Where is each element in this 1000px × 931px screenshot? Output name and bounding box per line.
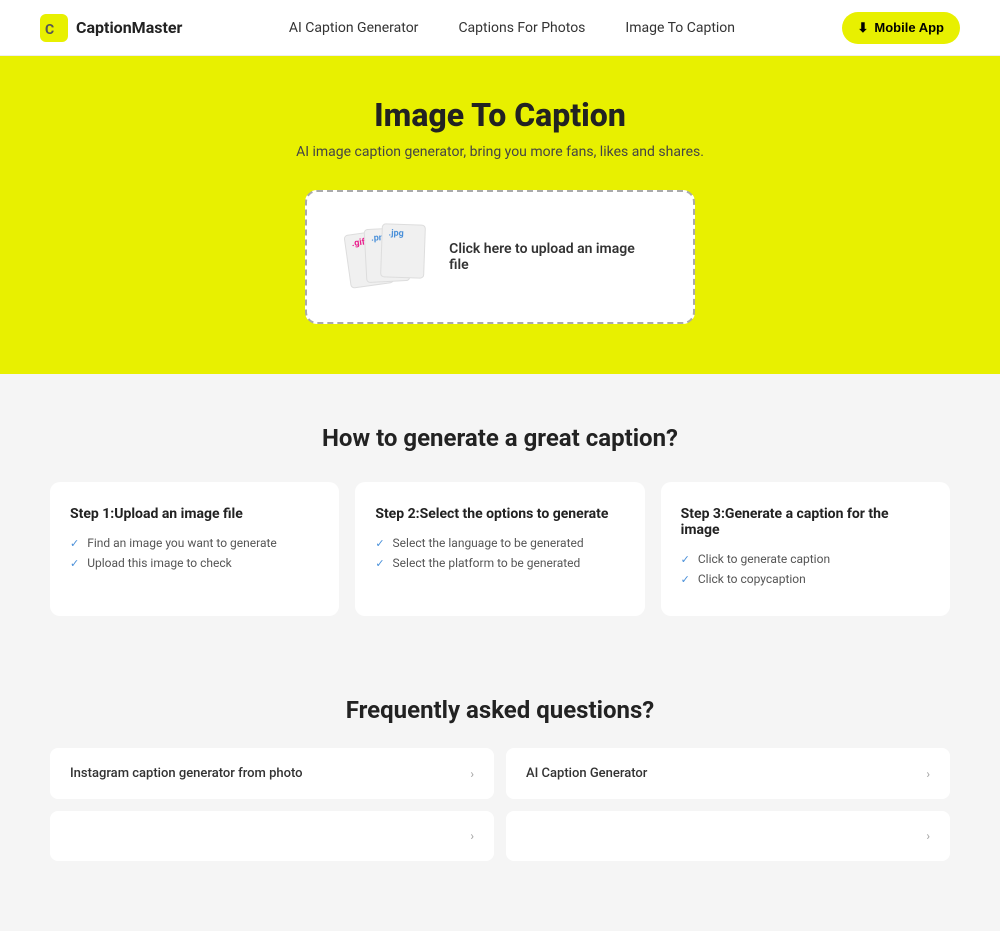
logo-text: CaptionMaster	[76, 18, 182, 37]
nav-image-caption[interactable]: Image To Caption	[625, 20, 735, 36]
how-section: How to generate a great caption? Step 1:…	[0, 374, 1000, 656]
hero-subtitle: AI image caption generator, bring you mo…	[20, 144, 980, 160]
step-1-title: Step 1:Upload an image file	[70, 506, 319, 522]
main-nav: AI Caption Generator Captions For Photos…	[289, 20, 735, 36]
nav-ai-caption[interactable]: AI Caption Generator	[289, 20, 419, 36]
step-3-item-1: ✓ Click to generate caption	[681, 552, 930, 566]
step-2-text-1: Select the language to be generated	[393, 536, 584, 550]
nav-captions-photos[interactable]: Captions For Photos	[458, 20, 585, 36]
logo-icon: C	[40, 14, 68, 42]
file-card-jpg: .jpg	[380, 223, 426, 279]
step-3-text-1: Click to generate caption	[698, 552, 830, 566]
step-2-text-2: Select the platform to be generated	[393, 556, 581, 570]
check-icon: ✓	[681, 553, 690, 566]
steps-grid: Step 1:Upload an image file ✓ Find an im…	[50, 482, 950, 616]
hero-title: Image To Caption	[20, 96, 980, 134]
upload-area[interactable]: .gif .pn .jpg Click here to upload an im…	[305, 190, 695, 324]
check-icon: ✓	[681, 573, 690, 586]
chevron-right-icon: ›	[470, 829, 474, 843]
chevron-right-icon: ›	[470, 767, 474, 781]
check-icon: ✓	[375, 537, 384, 550]
mobile-app-button[interactable]: ⬇ Mobile App	[842, 12, 960, 44]
step-2-item-1: ✓ Select the language to be generated	[375, 536, 624, 550]
header: C CaptionMaster AI Caption Generator Cap…	[0, 0, 1000, 56]
step-card-1: Step 1:Upload an image file ✓ Find an im…	[50, 482, 339, 616]
faq-item-1[interactable]: Instagram caption generator from photo ›	[50, 748, 494, 799]
check-icon: ✓	[375, 557, 384, 570]
file-icons: .gif .pn .jpg	[347, 222, 425, 292]
step-3-item-2: ✓ Click to copycaption	[681, 572, 930, 586]
logo-area: C CaptionMaster	[40, 14, 182, 42]
step-card-2: Step 2:Select the options to generate ✓ …	[355, 482, 644, 616]
faq-item-3[interactable]: ›	[50, 811, 494, 861]
how-title: How to generate a great caption?	[40, 424, 960, 452]
step-1-text-1: Find an image you want to generate	[87, 536, 277, 550]
upload-text[interactable]: Click here to upload an image file	[449, 241, 653, 273]
chevron-right-icon: ›	[926, 767, 930, 781]
page-bottom	[0, 891, 1000, 931]
step-3-title: Step 3:Generate a caption for the image	[681, 506, 930, 538]
step-2-item-2: ✓ Select the platform to be generated	[375, 556, 624, 570]
faq-grid: Instagram caption generator from photo ›…	[50, 748, 950, 861]
step-3-text-2: Click to copycaption	[698, 572, 806, 586]
faq-label-2: AI Caption Generator	[526, 766, 647, 781]
faq-item-2[interactable]: AI Caption Generator ›	[506, 748, 950, 799]
check-icon: ✓	[70, 557, 79, 570]
step-2-title: Step 2:Select the options to generate	[375, 506, 624, 522]
step-1-item-2: ✓ Upload this image to check	[70, 556, 319, 570]
faq-section: Frequently asked questions? Instagram ca…	[0, 656, 1000, 891]
svg-text:C: C	[45, 22, 54, 38]
mobile-app-label: Mobile App	[874, 20, 944, 35]
step-1-item-1: ✓ Find an image you want to generate	[70, 536, 319, 550]
step-card-3: Step 3:Generate a caption for the image …	[661, 482, 950, 616]
file-label-jpg: .jpg	[388, 228, 404, 239]
faq-item-4[interactable]: ›	[506, 811, 950, 861]
chevron-right-icon: ›	[926, 829, 930, 843]
step-1-text-2: Upload this image to check	[87, 556, 231, 570]
download-icon: ⬇	[858, 20, 869, 36]
faq-label-1: Instagram caption generator from photo	[70, 766, 303, 781]
hero-section: Image To Caption AI image caption genera…	[0, 56, 1000, 374]
faq-title: Frequently asked questions?	[40, 696, 960, 724]
check-icon: ✓	[70, 537, 79, 550]
